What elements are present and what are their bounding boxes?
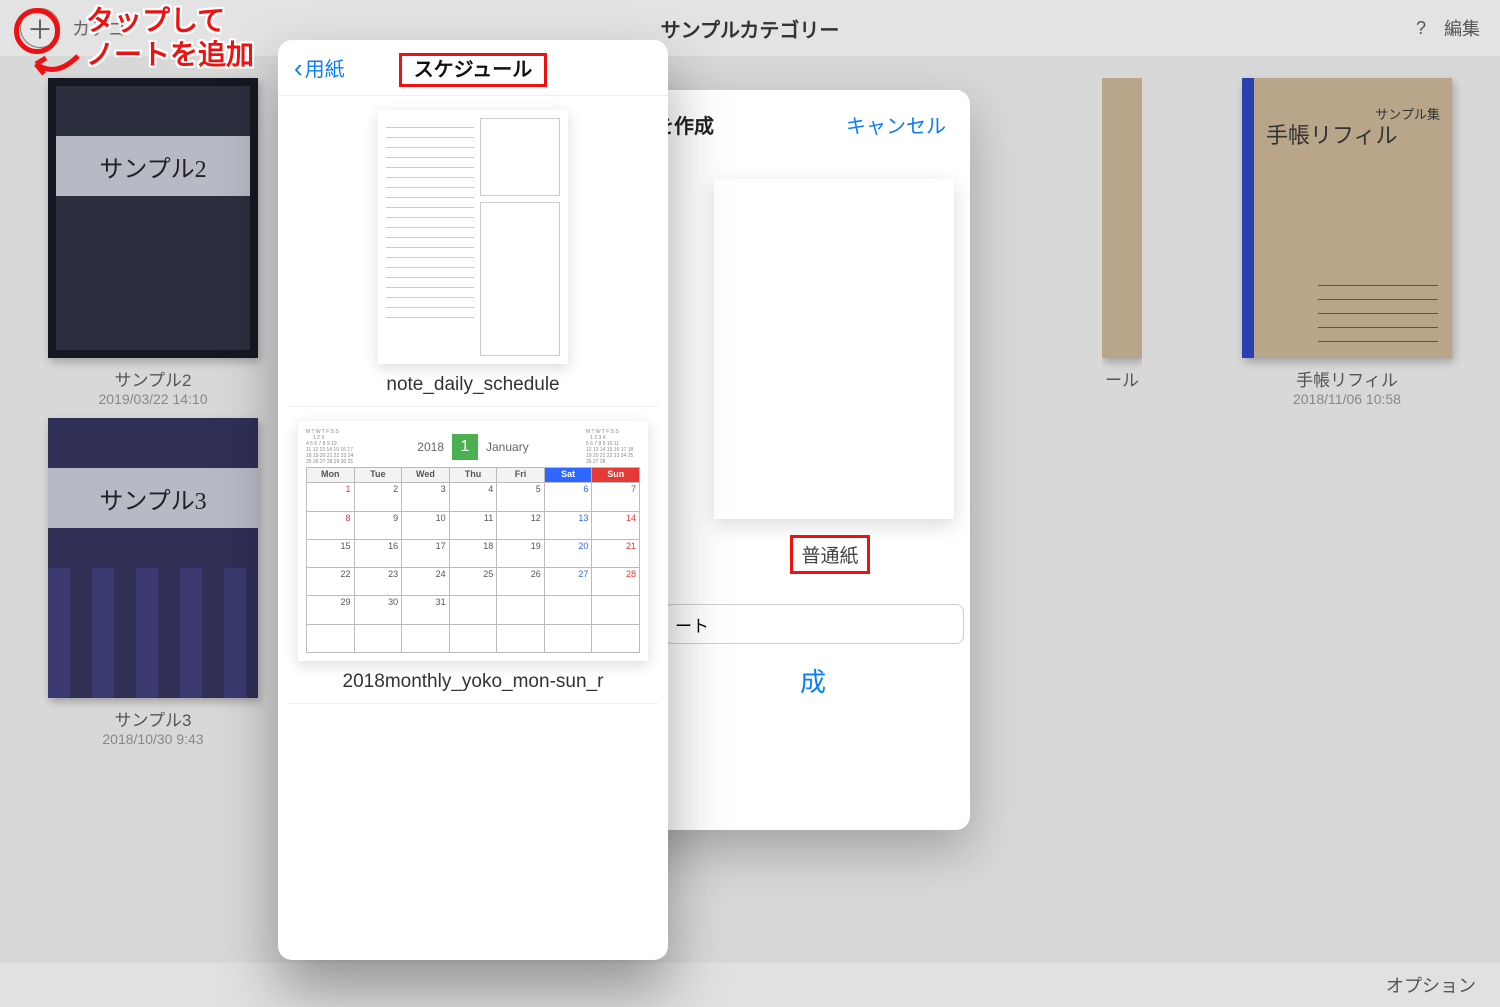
template-item[interactable]: note_daily_schedule: [288, 110, 658, 407]
template-name: 2018monthly_yoko_mon-sun_r: [288, 671, 658, 693]
template-name: note_daily_schedule: [288, 374, 658, 396]
note-title: ール: [1102, 366, 1142, 391]
note-date: 2019/03/22 14:10: [48, 391, 258, 407]
page-title: サンプルカテゴリー: [0, 14, 1500, 43]
bottom-toolbar: オプション: [0, 963, 1500, 1007]
note-cover: 手帳リフィル サンプル集: [1242, 78, 1452, 358]
calendar-grid: Mon Tue Wed Thu Fri Sat Sun 1234567 8910…: [306, 467, 640, 653]
template-thumb: M T W T F S S 1 2 34 5 6 7 8 9 1011 12 1…: [298, 421, 648, 661]
note-card[interactable]: サンプル2 サンプル2 2019/03/22 14:10: [48, 78, 258, 407]
note-name-input[interactable]: [664, 604, 964, 644]
cover-title: 手帳リフィル サンプル集: [1266, 118, 1440, 150]
template-list[interactable]: note_daily_schedule M T W T F S S 1 2 34…: [278, 96, 668, 732]
note-date: 2018/11/06 10:58: [1242, 391, 1452, 407]
calendar-year: 2018: [417, 440, 444, 454]
cover-title: サンプル3: [48, 468, 258, 528]
note-card[interactable]: ール: [1102, 78, 1142, 391]
chevron-left-icon: ‹: [294, 55, 303, 81]
cover-title: サンプル2: [56, 136, 250, 196]
note-cover: サンプル2: [48, 78, 258, 358]
note-card[interactable]: 手帳リフィル サンプル集 手帳リフィル 2018/11/06 10:58: [1242, 78, 1452, 407]
note-date: 2018/10/30 9:43: [48, 731, 258, 747]
template-item[interactable]: M T W T F S S 1 2 34 5 6 7 8 9 1011 12 1…: [288, 421, 658, 704]
create-button[interactable]: 成: [680, 662, 946, 699]
back-label: 用紙: [305, 53, 345, 82]
cancel-button[interactable]: キャンセル: [846, 110, 946, 139]
note-cover: サンプル3: [48, 418, 258, 698]
note-card[interactable]: サンプル3 サンプル3 2018/10/30 9:43: [48, 418, 258, 747]
calendar-month-num: 1: [452, 434, 478, 460]
note-title: 手帳リフィル: [1242, 366, 1452, 391]
mini-calendar-next: M T W T F S S 1 2 3 45 6 7 8 9 10 1112 1…: [586, 429, 640, 465]
note-title: サンプル3: [48, 706, 258, 731]
template-sheet: ‹ 用紙 スケジュール note_daily_schedule: [278, 40, 668, 960]
calendar-month-name: January: [486, 440, 529, 454]
note-cover: [1102, 78, 1142, 358]
options-button[interactable]: オプション: [1386, 972, 1476, 998]
paper-preview[interactable]: [714, 179, 954, 519]
template-thumb: [378, 110, 568, 364]
mini-calendar-prev: M T W T F S S 1 2 34 5 6 7 8 9 1011 12 1…: [306, 429, 360, 465]
back-button[interactable]: ‹ 用紙: [294, 53, 345, 82]
paper-type-label[interactable]: 普通紙: [790, 535, 869, 574]
note-title: サンプル2: [48, 366, 258, 391]
top-toolbar: ＋ カテゴ サンプルカテゴリー ? 編集: [0, 0, 1500, 56]
